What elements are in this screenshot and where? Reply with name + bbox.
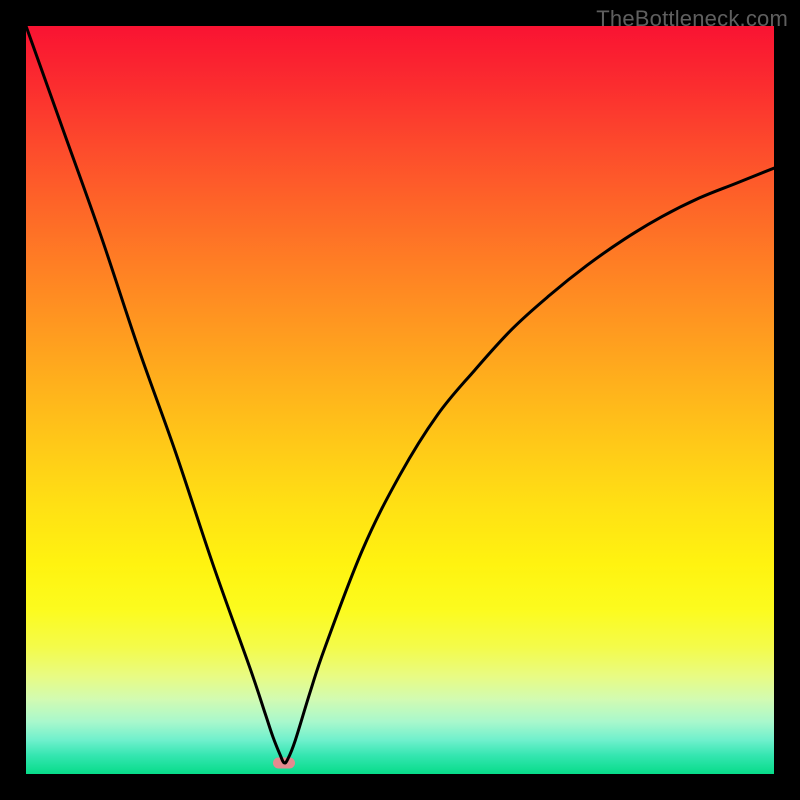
watermark-text: TheBottleneck.com: [596, 6, 788, 32]
bottleneck-curve: [26, 26, 774, 774]
chart-frame: TheBottleneck.com: [0, 0, 800, 800]
plot-area: [26, 26, 774, 774]
